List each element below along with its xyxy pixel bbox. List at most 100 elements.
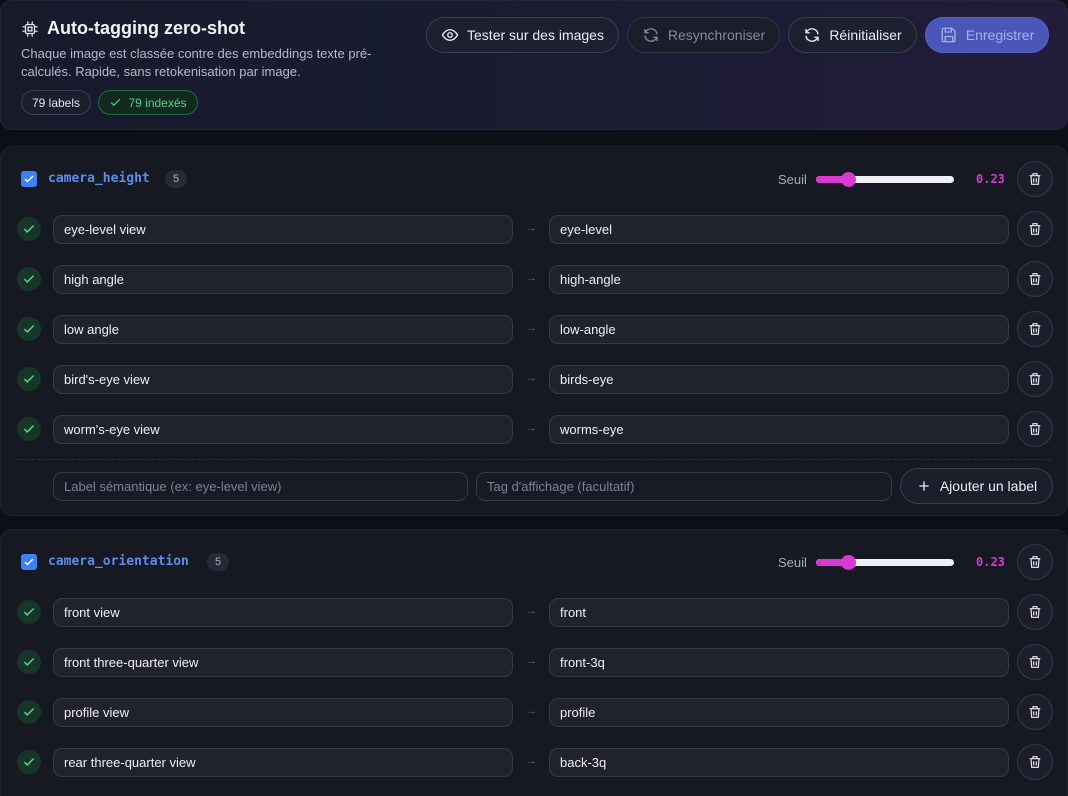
add-label-button[interactable]: Ajouter un label bbox=[900, 468, 1053, 504]
arrow-icon: → bbox=[526, 705, 537, 717]
delete-label-button[interactable] bbox=[1017, 361, 1053, 397]
label-row: front view → front bbox=[1, 594, 1067, 630]
semantic-label-field[interactable]: bird's-eye view bbox=[53, 365, 513, 394]
label-status bbox=[17, 750, 41, 774]
label-row: front three-quarter view → front-3q bbox=[1, 644, 1067, 680]
delete-label-button[interactable] bbox=[1017, 694, 1053, 730]
page-title: Auto-tagging zero-shot bbox=[47, 18, 245, 38]
label-row: rear three-quarter view → back-3q bbox=[1, 744, 1067, 780]
arrow-icon: → bbox=[526, 222, 537, 234]
display-tag-field[interactable]: birds-eye bbox=[549, 365, 1009, 394]
label-status bbox=[17, 267, 41, 291]
trash-icon bbox=[1029, 373, 1041, 385]
check-icon bbox=[23, 274, 35, 283]
group-name: camera_height bbox=[48, 171, 150, 186]
threshold-value: 0.23 bbox=[976, 172, 1005, 186]
display-tag-field[interactable]: eye-level bbox=[549, 215, 1009, 244]
check-icon bbox=[23, 707, 35, 716]
trash-icon bbox=[1029, 323, 1041, 335]
label-status bbox=[17, 367, 41, 391]
indexed-status-badge: 79 indexés bbox=[98, 90, 198, 115]
save-button[interactable]: Enregistrer bbox=[925, 17, 1049, 53]
display-tag-field[interactable]: worms-eye bbox=[549, 415, 1009, 444]
add-label-button-text: Ajouter un label bbox=[939, 478, 1038, 494]
semantic-label-input[interactable] bbox=[53, 472, 468, 501]
arrow-icon: → bbox=[526, 755, 537, 767]
resync-button[interactable]: Resynchroniser bbox=[627, 17, 780, 53]
labels-count-badge: 79 labels bbox=[21, 90, 91, 115]
label-status bbox=[17, 700, 41, 724]
resync-button-label: Resynchroniser bbox=[667, 27, 766, 43]
page-description: Chaque image est classée contre des embe… bbox=[21, 46, 372, 79]
display-tag-field[interactable]: profile bbox=[549, 698, 1009, 727]
group-header: camera_orientation 5 Seuil 0.23 bbox=[1, 542, 1067, 582]
group-count-badge: 5 bbox=[165, 170, 187, 188]
delete-group-button[interactable] bbox=[1017, 161, 1053, 197]
threshold-slider-thumb[interactable] bbox=[840, 555, 856, 570]
label-status bbox=[17, 600, 41, 624]
rotate-icon bbox=[805, 28, 819, 42]
display-tag-field[interactable]: high-angle bbox=[549, 265, 1009, 294]
trash-icon bbox=[1029, 656, 1041, 668]
delete-label-button[interactable] bbox=[1017, 311, 1053, 347]
threshold-slider-thumb[interactable] bbox=[840, 172, 856, 187]
delete-label-button[interactable] bbox=[1017, 644, 1053, 680]
label-status bbox=[17, 650, 41, 674]
label-group-camera-height: camera_height 5 Seuil 0.23 eye-level vie… bbox=[0, 146, 1068, 516]
semantic-label-field[interactable]: high angle bbox=[53, 265, 513, 294]
group-enable-checkbox[interactable] bbox=[21, 554, 37, 570]
add-label-form: Ajouter un label bbox=[1, 468, 1067, 508]
trash-icon bbox=[1029, 173, 1041, 185]
display-tag-input[interactable] bbox=[476, 472, 892, 501]
display-tag-field[interactable]: back-3q bbox=[549, 748, 1009, 777]
group-header: camera_height 5 Seuil 0.23 bbox=[1, 159, 1067, 199]
semantic-label-field[interactable]: profile view bbox=[53, 698, 513, 727]
check-icon bbox=[23, 374, 35, 383]
trash-icon bbox=[1029, 273, 1041, 285]
check-icon bbox=[111, 98, 121, 107]
trash-icon bbox=[1029, 223, 1041, 235]
label-row: profile view → profile bbox=[1, 694, 1067, 730]
test-on-images-button[interactable]: Tester sur des images bbox=[426, 17, 619, 53]
group-enable-checkbox[interactable] bbox=[21, 171, 37, 187]
semantic-label-field[interactable]: worm's-eye view bbox=[53, 415, 513, 444]
delete-label-button[interactable] bbox=[1017, 211, 1053, 247]
arrow-icon: → bbox=[526, 422, 537, 434]
threshold-slider[interactable] bbox=[816, 555, 954, 570]
delete-group-button[interactable] bbox=[1017, 544, 1053, 580]
check-icon bbox=[23, 224, 35, 233]
display-tag-field[interactable]: front-3q bbox=[549, 648, 1009, 677]
arrow-icon: → bbox=[526, 372, 537, 384]
arrow-icon: → bbox=[526, 655, 537, 667]
semantic-label-field[interactable]: rear three-quarter view bbox=[53, 748, 513, 777]
delete-label-button[interactable] bbox=[1017, 594, 1053, 630]
label-status bbox=[17, 317, 41, 341]
label-status bbox=[17, 217, 41, 241]
check-icon bbox=[23, 757, 35, 766]
semantic-label-field[interactable]: front view bbox=[53, 598, 513, 627]
header-card: Auto-tagging zero-shot Chaque image est … bbox=[0, 0, 1068, 130]
semantic-label-field[interactable]: low angle bbox=[53, 315, 513, 344]
delete-label-button[interactable] bbox=[1017, 411, 1053, 447]
trash-icon bbox=[1029, 423, 1041, 435]
group-count-badge: 5 bbox=[207, 553, 229, 571]
check-icon bbox=[24, 175, 34, 183]
display-tag-field[interactable]: front bbox=[549, 598, 1009, 627]
reset-button[interactable]: Réinitialiser bbox=[788, 17, 917, 53]
delete-label-button[interactable] bbox=[1017, 261, 1053, 297]
semantic-label-field[interactable]: front three-quarter view bbox=[53, 648, 513, 677]
reset-button-label: Réinitialiser bbox=[829, 27, 902, 43]
test-button-label: Tester sur des images bbox=[467, 27, 604, 43]
label-group-camera-orientation: camera_orientation 5 Seuil 0.23 front vi… bbox=[0, 529, 1068, 796]
check-icon bbox=[23, 657, 35, 666]
semantic-label-field[interactable]: eye-level view bbox=[53, 215, 513, 244]
check-icon bbox=[23, 607, 35, 616]
trash-icon bbox=[1029, 756, 1041, 768]
display-tag-field[interactable]: low-angle bbox=[549, 315, 1009, 344]
label-row: low angle → low-angle bbox=[1, 311, 1067, 347]
check-icon bbox=[23, 324, 35, 333]
threshold-slider[interactable] bbox=[816, 172, 954, 187]
check-icon bbox=[23, 424, 35, 433]
delete-label-button[interactable] bbox=[1017, 744, 1053, 780]
threshold-value: 0.23 bbox=[976, 555, 1005, 569]
